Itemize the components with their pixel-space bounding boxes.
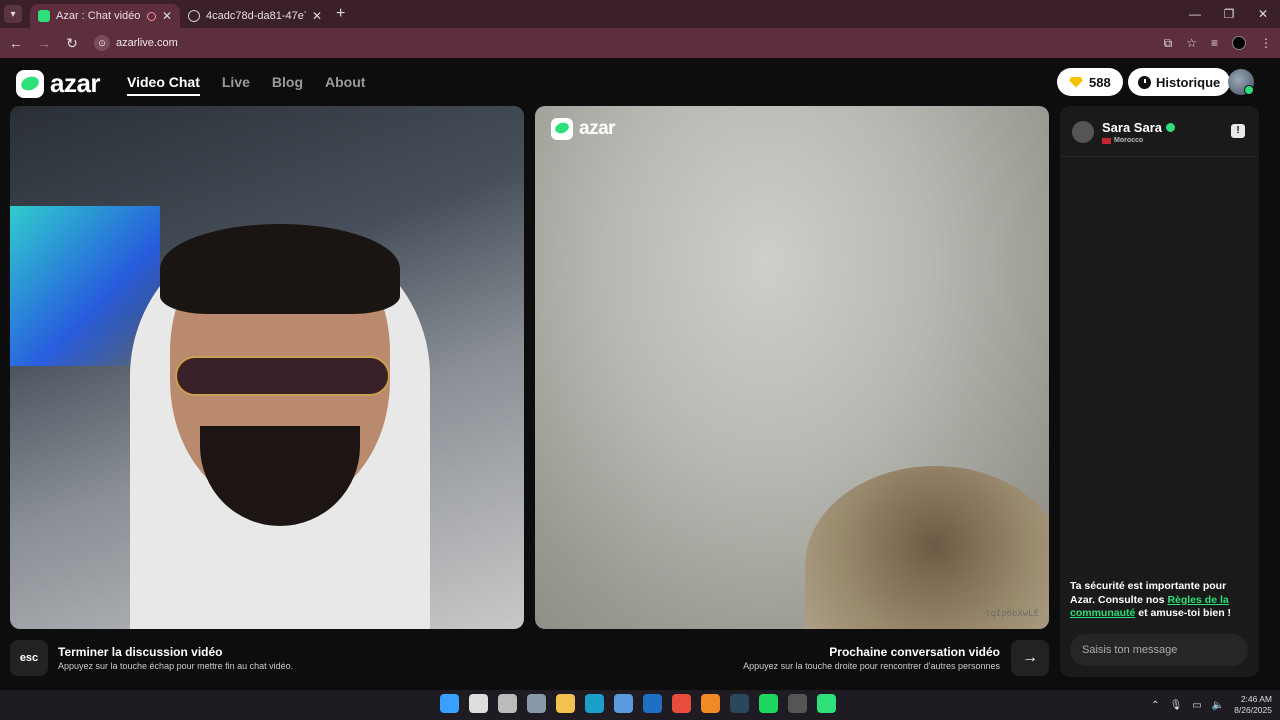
vlc-icon[interactable]: [701, 694, 720, 713]
logo-text: azar: [50, 68, 101, 98]
fur-object: [805, 466, 1049, 629]
close-icon[interactable]: ✕: [162, 9, 172, 23]
address-bar: ← → ↻ ⊙ azarlive.com ⧉ ☆ ≡ ⋮: [0, 28, 1280, 58]
tab-search-icon[interactable]: ▾: [4, 5, 22, 23]
safety-text-end: et amuse-toi bien !: [1135, 607, 1232, 619]
reload-icon[interactable]: ↻: [60, 35, 84, 52]
gems-count: 588: [1089, 74, 1111, 90]
clock-time: 2:46 AM: [1240, 694, 1272, 704]
restore-icon[interactable]: ❐: [1212, 0, 1246, 28]
peer-location: Morocco: [1102, 137, 1175, 144]
peer-video: azar tqIp6bXwLE: [535, 106, 1049, 629]
close-icon[interactable]: ✕: [312, 9, 322, 23]
window-controls: — ❐ ✕: [1178, 0, 1280, 28]
minimize-icon[interactable]: —: [1178, 0, 1212, 28]
local-video: [10, 106, 524, 629]
gems-button[interactable]: 588: [1057, 68, 1123, 96]
volume-icon[interactable]: 🔈: [1212, 700, 1224, 711]
peer-watermark-logo: azar: [551, 118, 616, 140]
url-text: azarlive.com: [116, 37, 178, 49]
message-input[interactable]: [1070, 634, 1248, 666]
recording-icon: [146, 11, 156, 21]
outlook-icon[interactable]: [643, 694, 662, 713]
search-icon[interactable]: [469, 694, 488, 713]
windows-start-icon[interactable]: [440, 694, 459, 713]
omnibox[interactable]: ⊙ azarlive.com: [94, 35, 178, 51]
gem-icon: [1069, 76, 1083, 88]
bookmark-star-icon[interactable]: ☆: [1186, 36, 1197, 50]
history-label: Historique: [1156, 74, 1221, 90]
divider: [1060, 156, 1259, 157]
clock-icon: [1138, 75, 1151, 89]
person-hair: [160, 224, 400, 314]
watermark-text: azar: [579, 118, 616, 139]
history-button[interactable]: Historique: [1128, 68, 1231, 96]
end-chat-button[interactable]: esc: [10, 640, 48, 676]
forward-icon[interactable]: →: [32, 35, 56, 51]
profile-icon[interactable]: [1232, 36, 1246, 50]
safety-notice: Ta sécurité est importante pour Azar. Co…: [1070, 580, 1250, 621]
back-icon[interactable]: ←: [4, 35, 28, 51]
taskbar: ⌃ 🎙 ▭ 🔈 2:46 AM 8/26/2025: [0, 690, 1280, 720]
site-info-icon[interactable]: ⊙: [94, 35, 110, 51]
location-text: Morocco: [1114, 137, 1144, 144]
display-icon[interactable]: ▭: [1192, 700, 1201, 711]
settings-icon[interactable]: [527, 694, 546, 713]
browser-tab-bar: ▾ Azar : Chat vidéo avec de n ✕ 4cadc78d…: [0, 0, 1280, 28]
store-icon[interactable]: [614, 694, 633, 713]
user-avatar-icon: [1072, 121, 1094, 143]
new-tab-icon[interactable]: +: [336, 5, 345, 23]
globe-icon: [188, 10, 200, 22]
media-controls-icon[interactable]: ≡: [1211, 36, 1218, 50]
tab-second[interactable]: 4cadc78d-da81-47e7-91f2-7e3 ✕: [180, 4, 330, 28]
azar-logo-icon: [16, 69, 44, 98]
tab-title: Azar : Chat vidéo avec de n: [56, 10, 141, 22]
morocco-flag-icon: [1102, 137, 1111, 144]
system-tray: ⌃ 🎙 ▭ 🔈 2:46 AM 8/26/2025: [1151, 690, 1272, 720]
obs-icon[interactable]: [788, 694, 807, 713]
next-chat-title: Prochaine conversation vidéo: [829, 645, 1000, 659]
microphone-icon[interactable]: 🎙: [1170, 700, 1183, 711]
nav-about[interactable]: About: [325, 74, 365, 96]
peer-name: Sara Sara: [1102, 120, 1162, 135]
nav-blog[interactable]: Blog: [272, 74, 303, 96]
taskbar-icons: [440, 694, 836, 713]
online-badge-icon: [1244, 85, 1254, 95]
steam-icon[interactable]: [730, 694, 749, 713]
azar-page: azar Video Chat Live Blog About 588 Hist…: [0, 58, 1280, 690]
nav-live[interactable]: Live: [222, 74, 250, 96]
next-chat-hint: Appuyez sur la touche droite pour rencon…: [743, 661, 1000, 671]
main-nav: Video Chat Live Blog About: [127, 74, 365, 96]
file-explorer-icon[interactable]: [556, 694, 575, 713]
peer-user-info[interactable]: Sara Sara Morocco: [1072, 120, 1175, 144]
tab-title: 4cadc78d-da81-47e7-91f2-7e3: [206, 10, 306, 22]
close-window-icon[interactable]: ✕: [1246, 0, 1280, 28]
person-sunglasses: [175, 356, 390, 396]
verified-icon: [1166, 123, 1175, 132]
report-icon[interactable]: !: [1231, 124, 1245, 138]
edge-icon[interactable]: [585, 694, 604, 713]
end-chat-hint: Appuyez sur la touche échap pour mettre …: [58, 661, 294, 671]
media-player-icon[interactable]: [817, 694, 836, 713]
task-view-icon[interactable]: [498, 694, 517, 713]
chat-panel: Sara Sara Morocco ! Ta sécurité est impo…: [1060, 106, 1259, 677]
peer-id: tqIp6bXwLE: [984, 609, 1039, 619]
tab-azar[interactable]: Azar : Chat vidéo avec de n ✕: [30, 4, 180, 28]
azar-logo[interactable]: azar: [16, 68, 101, 99]
azar-logo-icon: [551, 118, 573, 140]
spotify-icon[interactable]: [759, 694, 778, 713]
menu-kebab-icon[interactable]: ⋮: [1260, 36, 1272, 50]
chrome-icon[interactable]: [672, 694, 691, 713]
clock-date: 8/26/2025: [1234, 705, 1272, 715]
system-clock[interactable]: 2:46 AM 8/26/2025: [1234, 694, 1272, 716]
tray-chevron-icon[interactable]: ⌃: [1151, 700, 1159, 711]
nav-video-chat[interactable]: Video Chat: [127, 74, 200, 96]
end-chat-title: Terminer la discussion vidéo: [58, 645, 223, 659]
peer-name-row: Sara Sara: [1102, 120, 1175, 135]
browser-actions: ⧉ ☆ ≡ ⋮: [1164, 28, 1272, 58]
azar-favicon-icon: [38, 10, 50, 22]
next-chat-button[interactable]: →: [1011, 640, 1049, 676]
install-app-icon[interactable]: ⧉: [1164, 36, 1173, 51]
